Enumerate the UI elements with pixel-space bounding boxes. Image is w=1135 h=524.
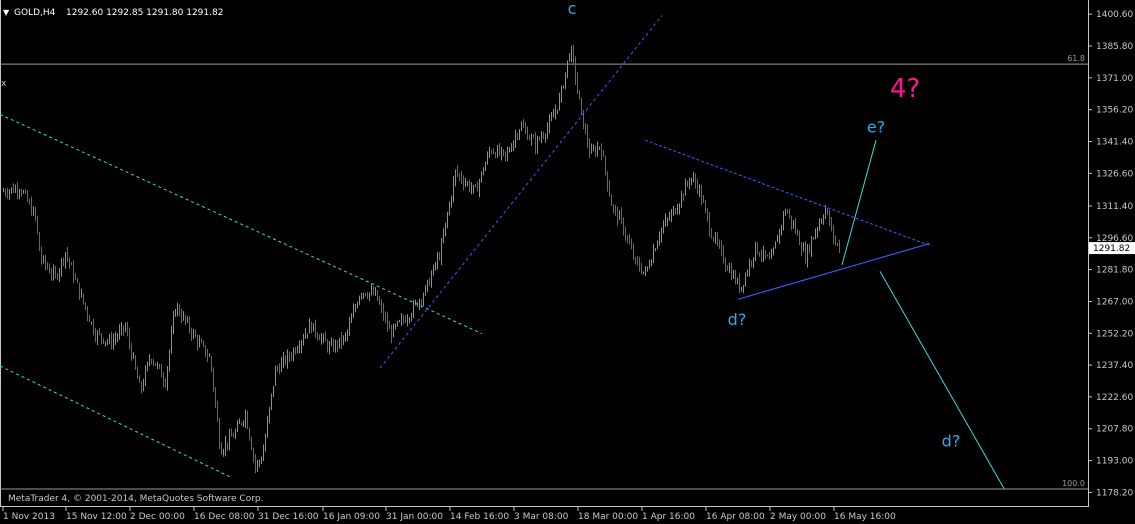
- x-tick-label: 16 May 16:00: [834, 512, 896, 522]
- y-tick-label: 1207.80: [1096, 425, 1133, 435]
- y-tick-label: 1341.40: [1096, 137, 1133, 147]
- y-tick-label: 1222.60: [1096, 393, 1133, 403]
- chart-header: ▼ GOLD,H4 1292.60 1292.85 1291.80 1291.8…: [3, 8, 223, 18]
- y-tick-label: 1267.00: [1096, 297, 1133, 307]
- x-tick-label: 31 Dec 16:00: [258, 512, 319, 522]
- x-tick-label: 18 Mar 00:00: [578, 512, 638, 522]
- y-tick-label: 1326.60: [1096, 169, 1133, 179]
- x-tick-label: 2 May 00:00: [770, 512, 826, 522]
- y-tick-label: 1385.80: [1096, 42, 1133, 52]
- x-tick-label: 16 Dec 08:00: [194, 512, 255, 522]
- x-tick-label: 16 Jan 09:00: [323, 512, 380, 522]
- wave-label: 4?: [890, 74, 920, 104]
- last-price-label: 1291.82: [1093, 244, 1130, 254]
- y-tick-label: 1311.40: [1096, 202, 1133, 212]
- wave-label: d?: [942, 431, 961, 450]
- symbol-label: GOLD,H4: [14, 8, 56, 18]
- fib-level-label: 100.0: [1062, 479, 1085, 488]
- copyright-text: MetaTrader 4, © 2001-2014, MetaQuotes So…: [8, 494, 264, 504]
- ohlc-values: 1292.60 1292.85 1291.80 1291.82: [66, 8, 223, 18]
- wave-label: c: [568, 0, 577, 18]
- x-tick-label: 16 Apr 08:00: [706, 512, 765, 522]
- x-tick-label: 15 Nov 12:00: [66, 512, 127, 522]
- y-tick-label: 1371.00: [1096, 74, 1133, 84]
- fib-level-label: 61.8: [1067, 54, 1085, 63]
- x-tick-label: 2 Dec 00:00: [130, 512, 185, 522]
- x-tick-label: 31 Jan 00:00: [386, 512, 443, 522]
- x-tick-label: 14 Feb 16:00: [450, 512, 509, 522]
- close-marker-icon: x: [1, 79, 7, 89]
- wave-label: d?: [728, 310, 747, 329]
- y-tick-label: 1237.40: [1096, 361, 1133, 371]
- x-tick-label: 3 Mar 08:00: [514, 512, 569, 522]
- price-chart[interactable]: 61.8 100.0 c 4? e? d? d? 1400.60 1385.80 1371.0…: [0, 0, 1135, 524]
- y-tick-label: 1252.20: [1096, 329, 1133, 339]
- x-tick-label: 1 Nov 2013: [3, 512, 55, 522]
- chart-background: [0, 0, 1135, 524]
- y-tick-label: 1356.20: [1096, 106, 1133, 116]
- y-tick-label: 1193.00: [1096, 457, 1133, 467]
- x-tick-label: 1 Apr 16:00: [642, 512, 695, 522]
- y-tick-label: 1400.60: [1096, 10, 1133, 20]
- menu-arrow-icon[interactable]: ▼: [3, 8, 10, 17]
- y-tick-label: 1281.80: [1096, 266, 1133, 276]
- wave-label: e?: [867, 117, 885, 136]
- y-tick-label: 1178.20: [1096, 488, 1133, 498]
